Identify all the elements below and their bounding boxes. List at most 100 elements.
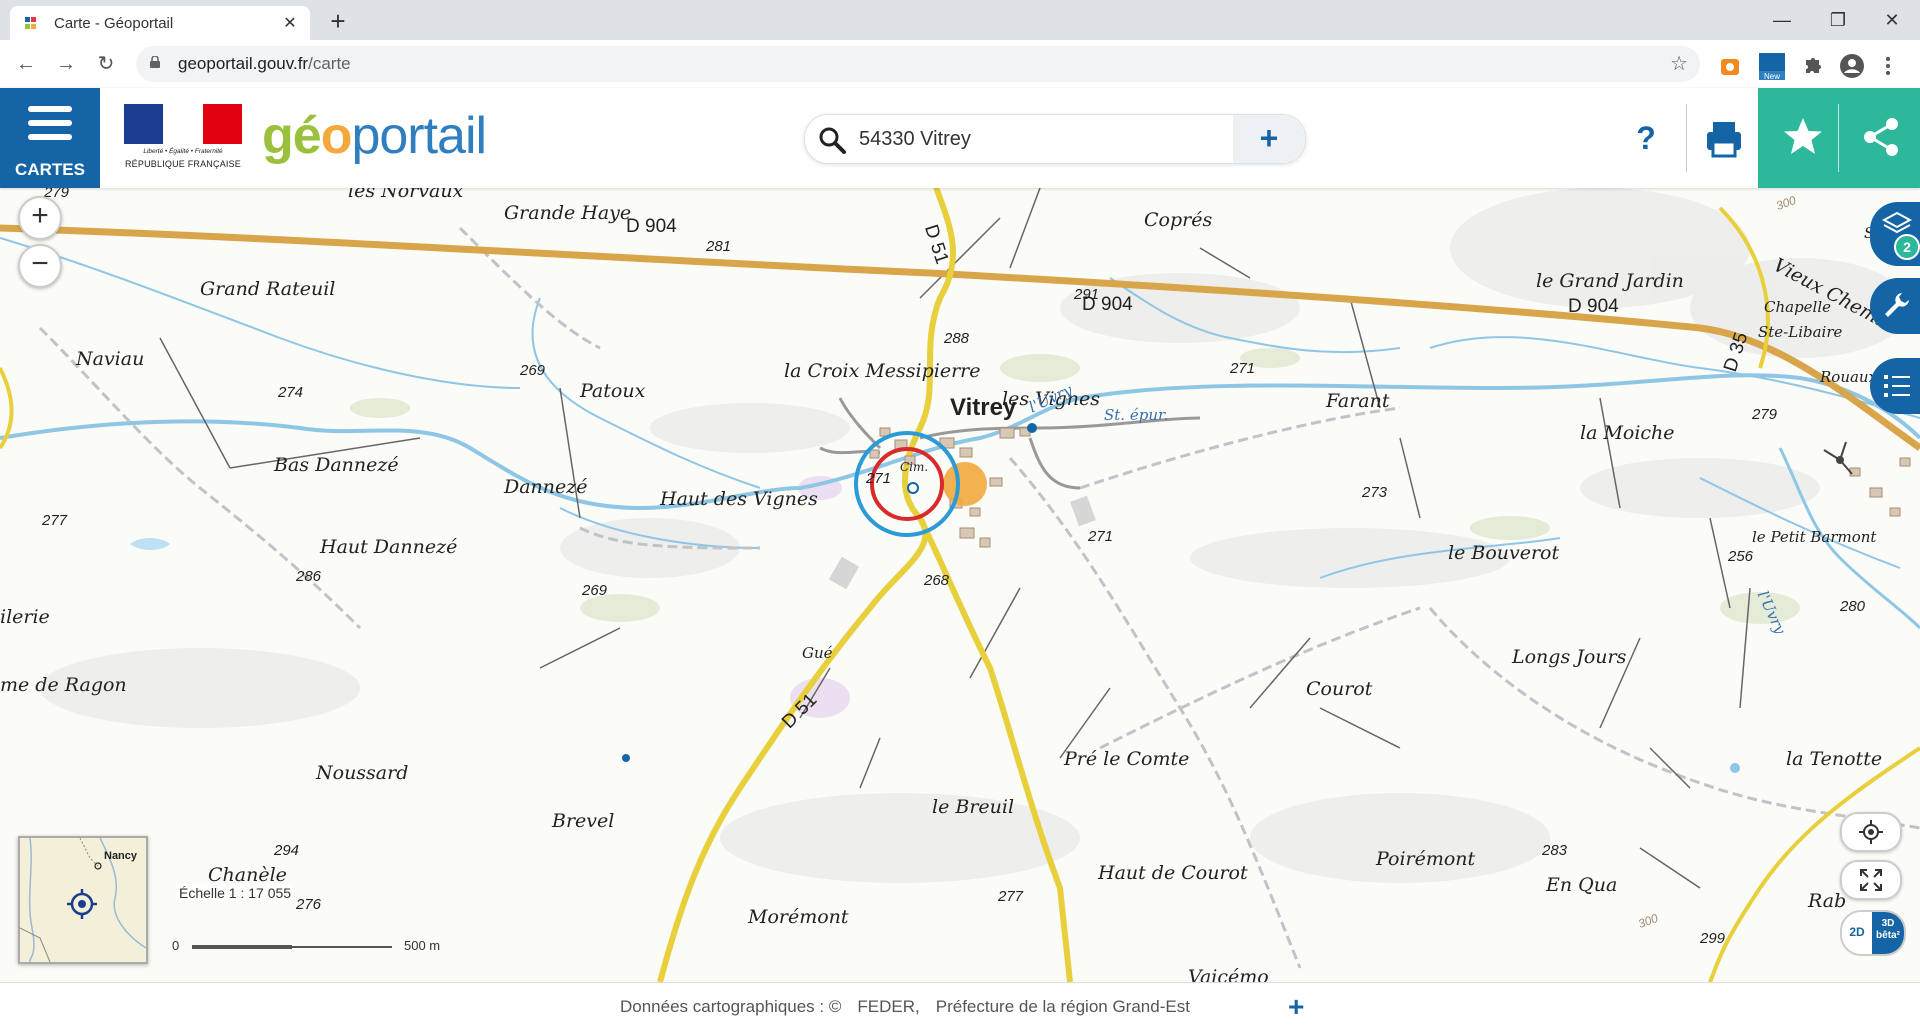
elevation-label: 269 (582, 582, 608, 599)
french-flag-icon (124, 104, 242, 144)
new-tab-button[interactable]: + (322, 6, 354, 38)
back-button[interactable]: ← (10, 48, 42, 80)
town-label: Vitrey (950, 394, 1017, 421)
browser-menu-icon[interactable] (1880, 52, 1896, 80)
attribution-more-button[interactable]: + (1288, 991, 1304, 1023)
scale-end-label: 500 m (404, 938, 441, 953)
attribution-footer: Données cartographiques : © FEDER, Préfect… (0, 982, 1920, 1031)
geolocate-button[interactable] (1840, 812, 1902, 852)
url-field[interactable]: geoportail.gouv.fr/carte ☆ (136, 46, 1700, 82)
elevation-label: 274 (278, 384, 304, 401)
svg-text:New: New (1764, 72, 1780, 81)
extension-new-icon[interactable]: New (1756, 50, 1788, 82)
search-bar: + (804, 114, 1306, 164)
favorites-divider (1838, 104, 1839, 172)
lock-icon (150, 56, 160, 68)
fullscreen-button[interactable] (1840, 860, 1902, 900)
place-label: les Norvaux (348, 188, 464, 202)
place-label: Pré le Comte (1064, 748, 1190, 770)
search-add-button[interactable]: + (1233, 115, 1305, 163)
print-icon[interactable] (1696, 108, 1752, 168)
elevation-label: 294 (274, 842, 300, 859)
elevation-label: 268 (924, 572, 950, 589)
help-button[interactable]: ? (1618, 108, 1674, 168)
forward-button[interactable]: → (50, 48, 82, 80)
place-label: Patoux (580, 380, 646, 402)
scale-bar: 0 500 m (172, 936, 462, 956)
place-label: Gué (802, 644, 833, 662)
tab-close-icon[interactable]: ✕ (278, 13, 302, 33)
zoom-out-button[interactable]: − (18, 244, 62, 288)
search-icon[interactable] (817, 125, 847, 155)
elevation-label: 276 (296, 896, 322, 913)
elevation-label: 286 (296, 568, 322, 585)
place-label: le Petit Barmont (1752, 528, 1877, 546)
share-icon[interactable] (1854, 110, 1908, 164)
place-label: Courot (1306, 678, 1373, 700)
legend-button[interactable] (1870, 358, 1920, 414)
place-label: En Qua (1546, 874, 1618, 896)
place-label: Cim. (900, 460, 929, 474)
url-text: geoportail.gouv.fr/carte (178, 54, 351, 73)
address-bar: ← → ↻ geoportail.gouv.fr/carte ☆ New (0, 40, 1920, 89)
elevation-label: 279 (1752, 406, 1778, 423)
elevation-label: 283 (1542, 842, 1568, 859)
place-label: Naviau (76, 348, 145, 370)
place-label: Coprés (1144, 209, 1213, 231)
mode-3d-label[interactable]: 3D bêta² (1872, 912, 1904, 954)
place-label: Grande Haye (504, 202, 632, 224)
place-label: Brevel (552, 810, 615, 832)
overview-city-label: Nancy (104, 850, 138, 862)
place-label: Ste-Libaire (1758, 323, 1843, 341)
bookmark-star-icon[interactable]: ☆ (1670, 51, 1688, 76)
place-label: Haut des Vignes (660, 488, 818, 510)
republic-name: RÉPUBLIQUE FRANÇAISE (124, 159, 242, 169)
republique-francaise-logo[interactable]: Liberté • Égalité • Fraternité RÉPUBLIQU… (124, 104, 242, 176)
elevation-label: 291 (1074, 286, 1100, 303)
cartes-label: CARTES (15, 160, 85, 179)
elevation-label: 277 (998, 888, 1024, 905)
close-window-button[interactable]: ✕ (1864, 0, 1920, 40)
overview-target-icon (67, 889, 97, 919)
place-label: la Moiche (1580, 422, 1675, 444)
tools-button[interactable] (1870, 278, 1920, 334)
favorites-share-panel (1758, 88, 1920, 188)
elevation-label: 280 (1840, 598, 1866, 615)
elevation-label: 288 (944, 330, 970, 347)
place-label: Haut de Courot (1098, 862, 1248, 884)
cartes-menu-button[interactable]: CARTES (0, 88, 100, 188)
profile-avatar-icon[interactable] (1838, 52, 1866, 80)
maximize-button[interactable]: ❐ (1810, 0, 1866, 40)
layers-button[interactable]: 2 (1870, 202, 1920, 266)
extensions-puzzle-icon[interactable] (1798, 52, 1826, 80)
extension-orange-icon[interactable] (1716, 52, 1744, 80)
mode-2d-label[interactable]: 2D (1842, 912, 1872, 954)
place-label: la Croix Messipierre (784, 360, 981, 382)
republic-motto: Liberté • Égalité • Fraternité (143, 148, 223, 155)
geoportail-logo[interactable]: géoportail (262, 106, 487, 166)
search-input[interactable] (857, 123, 1221, 155)
place-label: Haut Dannezé (320, 536, 458, 558)
favorites-star-icon[interactable] (1776, 110, 1830, 164)
header-divider (1686, 104, 1687, 172)
fullscreen-icon (1860, 869, 1882, 891)
reload-button[interactable]: ↻ (90, 48, 122, 80)
overview-map[interactable]: Nancy (18, 836, 148, 964)
place-label: Bas Dannezé (274, 454, 399, 476)
elevation-label: 281 (706, 238, 732, 255)
2d-3d-toggle[interactable]: 2D 3D bêta² (1840, 910, 1906, 956)
map-view[interactable]: les Norvaux Grande Haye Coprés Grand Rat… (0, 188, 1920, 982)
water-label: St. épur. (1104, 406, 1169, 424)
minimize-button[interactable]: — (1754, 0, 1810, 40)
place-label: la Tenotte (1786, 748, 1883, 770)
place-label: Rab (1808, 890, 1847, 912)
elevation-label: 269 (520, 362, 546, 379)
attribution-text: Données cartographiques : © FEDER, Préfect… (620, 997, 1190, 1016)
elevation-label: 273 (1362, 484, 1388, 501)
layers-count-badge: 2 (1894, 234, 1920, 260)
place-label: Rouaux (1820, 368, 1878, 386)
browser-tab[interactable]: Carte - Géoportail ✕ (10, 6, 310, 40)
place-label: le Grand Jardin (1536, 270, 1684, 292)
place-label: Dannezé (504, 476, 588, 498)
zoom-in-button[interactable]: + (18, 196, 62, 240)
